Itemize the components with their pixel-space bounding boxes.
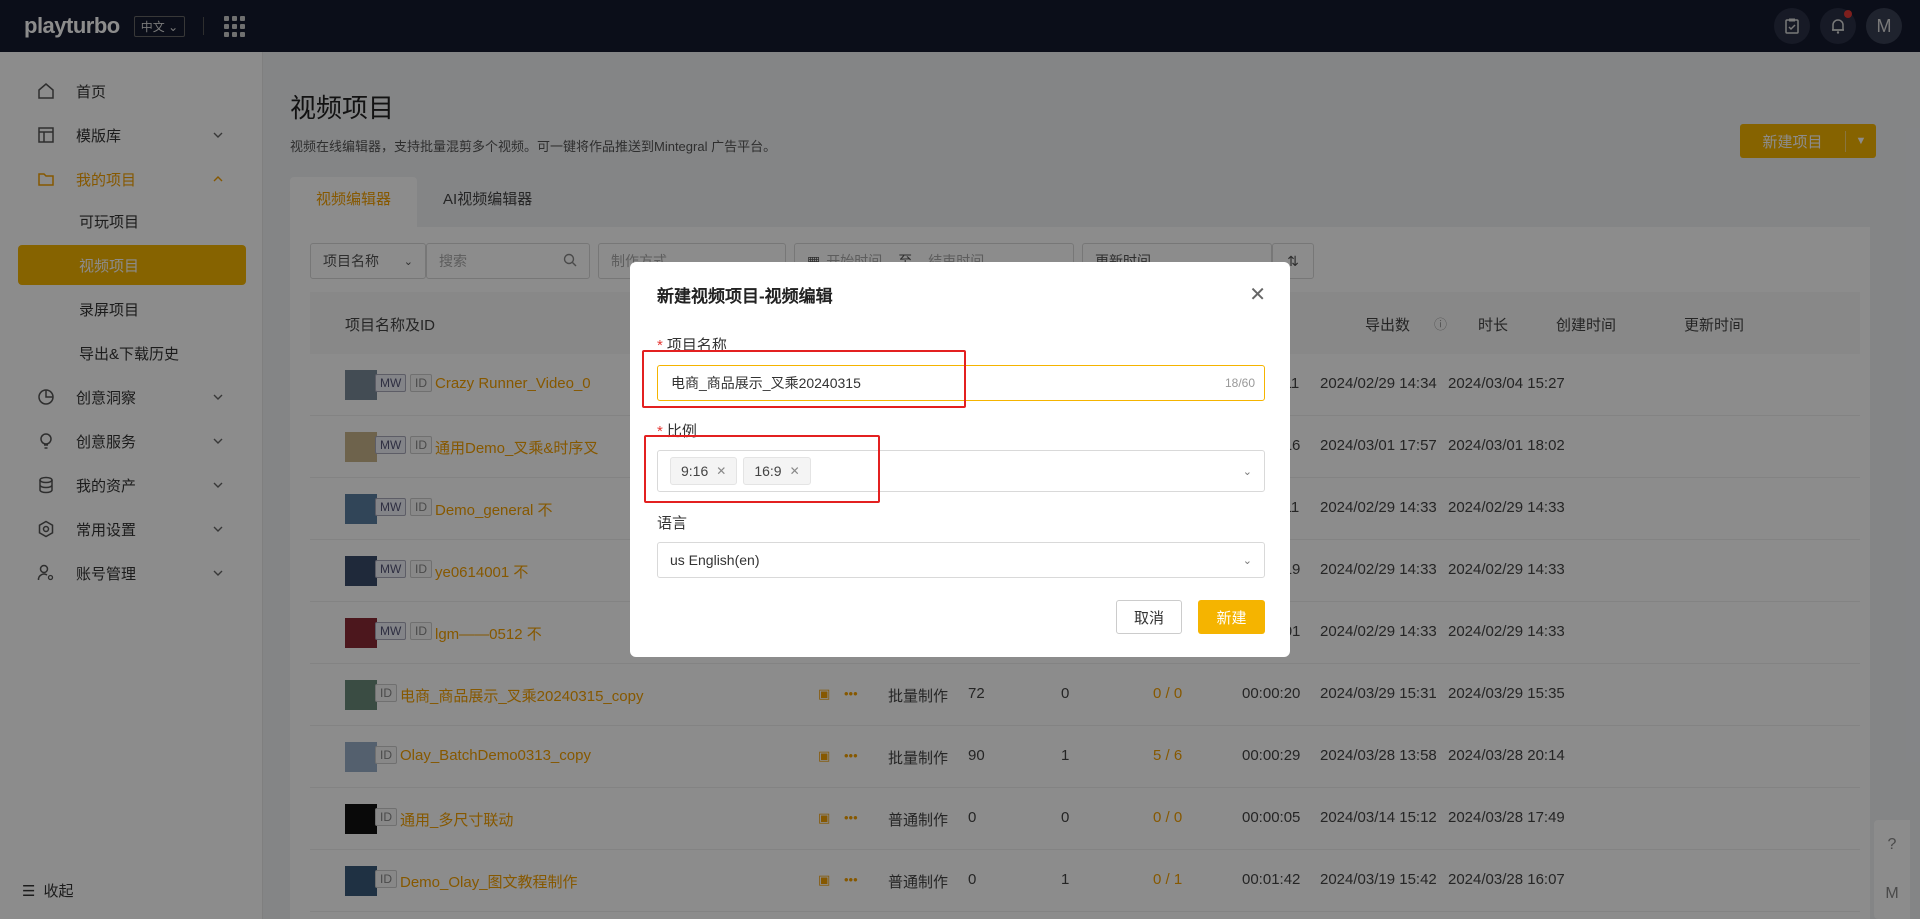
- cancel-button[interactable]: 取消: [1116, 600, 1182, 634]
- char-counter: 18/60: [1224, 376, 1255, 390]
- highlight-box-ratio: [644, 435, 880, 503]
- language-label: 语言: [657, 515, 688, 532]
- close-icon[interactable]: ✕: [1249, 282, 1266, 307]
- chevron-down-icon: ⌄: [1242, 555, 1252, 567]
- language-select[interactable]: us English(en) ⌄: [657, 542, 1265, 578]
- create-button[interactable]: 新建: [1198, 600, 1265, 634]
- highlight-box-name: [642, 350, 966, 408]
- dialog-title: 新建视频项目-视频编辑: [657, 287, 833, 306]
- chevron-down-icon: ⌄: [1242, 466, 1252, 478]
